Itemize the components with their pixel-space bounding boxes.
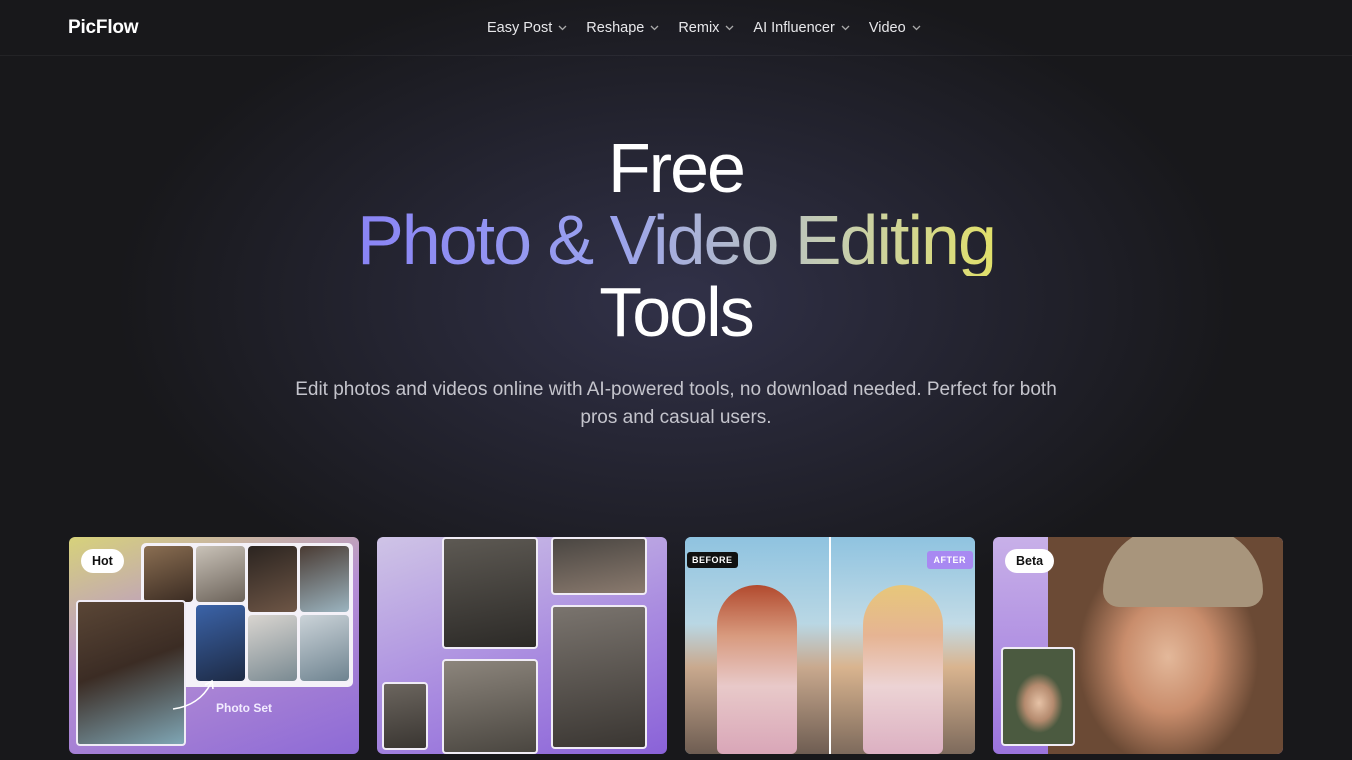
- beta-badge: Beta: [1005, 549, 1055, 573]
- arrow-icon: [172, 679, 214, 710]
- hero-line-gradient: Photo & Video Editing: [357, 201, 997, 279]
- menu-easy-post[interactable]: Easy Post: [487, 20, 567, 36]
- menu-video[interactable]: Video: [869, 20, 921, 36]
- chevron-down-icon: [650, 25, 659, 31]
- photo-thumbnail: [551, 605, 647, 749]
- compare-divider[interactable]: [829, 537, 831, 754]
- photo-thumbnail: [248, 615, 297, 681]
- menu-ai-influencer-label: AI Influencer: [753, 20, 835, 36]
- photo-thumbnail: [300, 546, 349, 612]
- photo-thumbnail: [248, 546, 297, 612]
- feature-card-photo-set[interactable]: Photo Set Hot: [69, 537, 359, 754]
- beanie: [1103, 537, 1263, 607]
- photo-thumbnail: [442, 537, 538, 649]
- photo-thumbnail: [442, 659, 538, 754]
- photo-thumbnail: [196, 605, 245, 681]
- hot-badge: Hot: [81, 549, 124, 573]
- menu-video-label: Video: [868, 20, 906, 36]
- chevron-down-icon: [558, 25, 567, 31]
- main-menu: Easy Post Reshape Remix AI Influencer Vi…: [487, 20, 940, 36]
- photo-thumbnail: [300, 615, 349, 681]
- before-tag: BEFORE: [687, 552, 738, 568]
- menu-remix[interactable]: Remix: [678, 20, 734, 36]
- photo-thumbnail: [382, 682, 428, 750]
- menu-ai-influencer[interactable]: AI Influencer: [753, 20, 850, 36]
- menu-reshape-label: Reshape: [586, 20, 645, 36]
- hero-subtitle: Edit photos and videos online with AI-po…: [295, 379, 1057, 428]
- menu-reshape[interactable]: Reshape: [586, 20, 659, 36]
- menu-remix-label: Remix: [678, 20, 720, 36]
- photo-thumbnail: [144, 546, 193, 602]
- feature-card-before-after[interactable]: BEFORE AFTER: [685, 537, 975, 754]
- hero-heading: Free Photo & Video Editing Tools: [0, 132, 1352, 348]
- chevron-down-icon: [912, 25, 921, 31]
- photo-thumbnail: [196, 546, 245, 602]
- hero-line-tools: Tools: [599, 273, 754, 351]
- brand-logo[interactable]: PicFlow: [68, 17, 139, 39]
- feature-card-collage[interactable]: [377, 537, 667, 754]
- photo-thumbnail: [551, 537, 647, 595]
- feature-card-ai-influencer[interactable]: Beta: [993, 537, 1283, 754]
- photo-set-caption: Photo Set: [216, 701, 272, 715]
- hero-line-free: Free: [608, 129, 746, 207]
- chevron-down-icon: [841, 25, 850, 31]
- photo-main: [76, 600, 186, 746]
- top-navbar: PicFlow Easy Post Reshape Remix AI Influ…: [0, 0, 1352, 56]
- menu-easy-post-label: Easy Post: [487, 20, 553, 36]
- reference-photo: [1001, 647, 1075, 746]
- chevron-down-icon: [725, 25, 734, 31]
- portrait-after: [863, 585, 943, 754]
- portrait-before: [717, 585, 797, 754]
- after-tag: AFTER: [926, 551, 973, 569]
